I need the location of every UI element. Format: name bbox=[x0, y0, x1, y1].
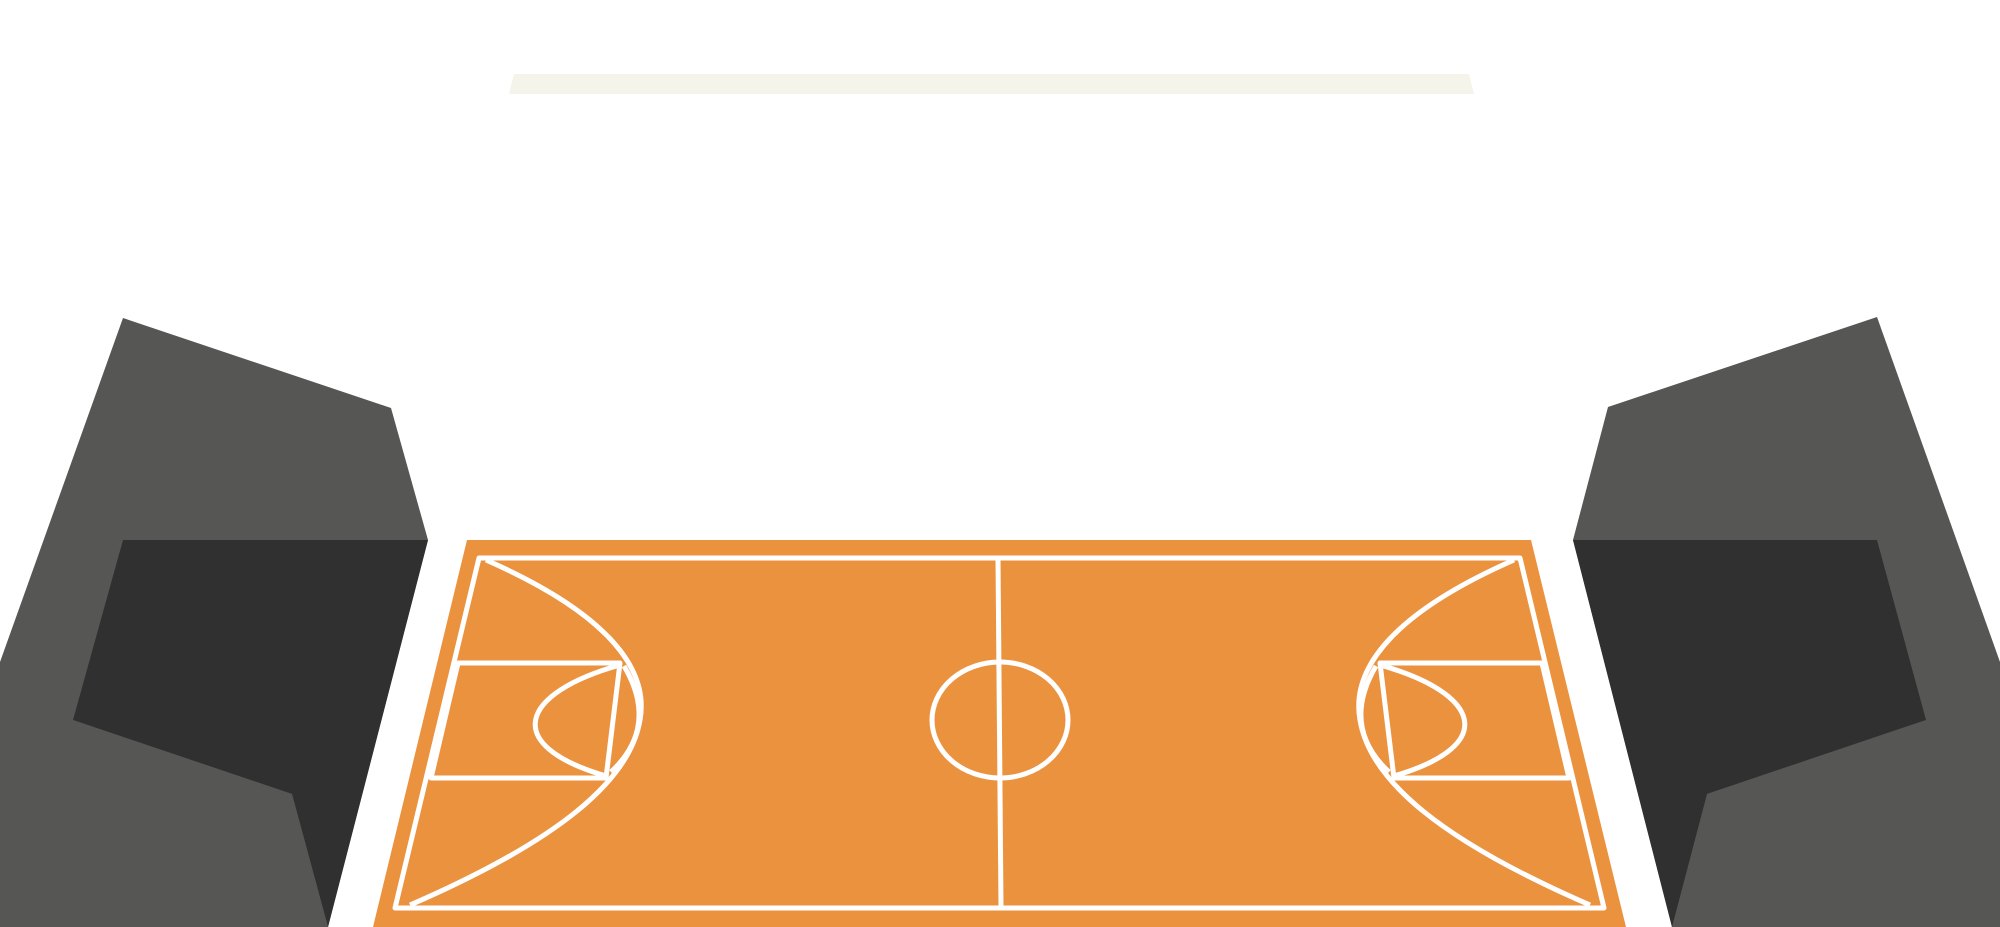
right-stands bbox=[1573, 317, 2000, 927]
scoreboard-bar bbox=[509, 74, 1474, 94]
half-court-line bbox=[995, 557, 1004, 909]
arena-scene bbox=[0, 74, 2000, 927]
left-stands bbox=[0, 318, 428, 927]
